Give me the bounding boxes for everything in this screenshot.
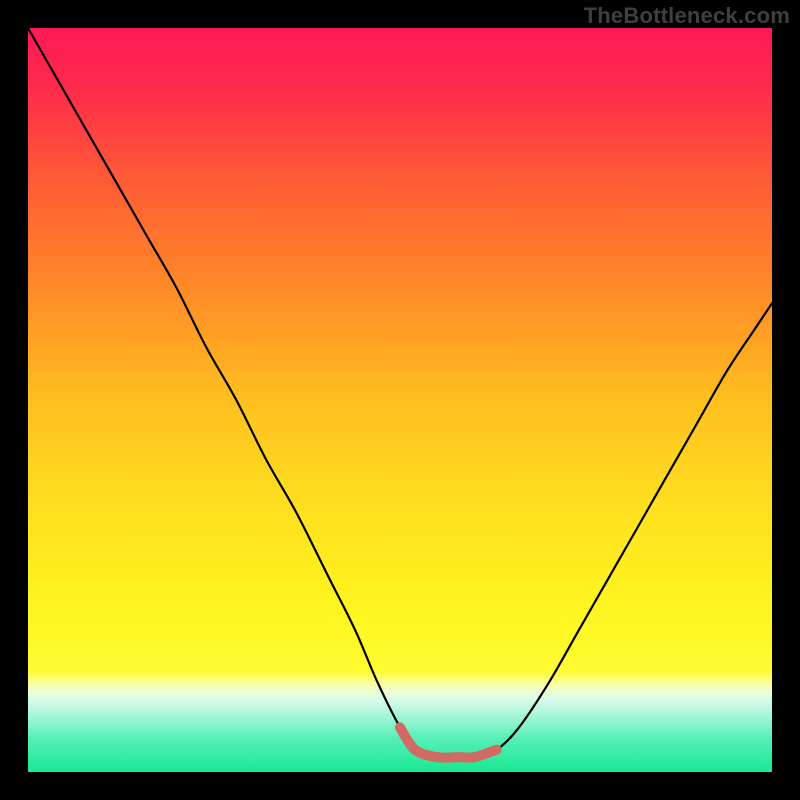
watermark-text: TheBottleneck.com bbox=[584, 3, 790, 29]
gradient-background bbox=[28, 28, 772, 772]
plot-area bbox=[28, 28, 772, 772]
chart-frame: TheBottleneck.com bbox=[0, 0, 800, 800]
bottleneck-chart-svg bbox=[28, 28, 772, 772]
